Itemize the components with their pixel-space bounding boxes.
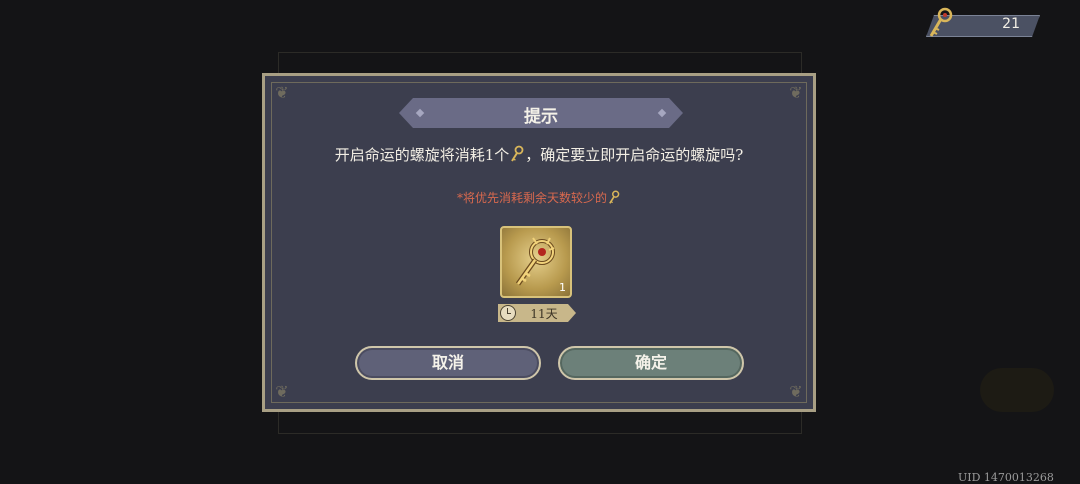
fate-key-icon [609,190,620,204]
confirm-button[interactable]: 确定 [558,346,744,380]
clock-icon [500,305,516,321]
item-expiry-badge: 11天 [498,304,576,322]
fate-key-item-slot[interactable]: 1 [500,226,572,298]
background-button-glow [980,368,1054,412]
corner-ornament-icon: ❦ [789,83,803,102]
golden-key-icon [929,7,953,37]
cancel-button[interactable]: 取消 [355,346,541,380]
priority-note: *将优先消耗剩余天数较少的 [265,189,813,206]
currency-value: 21 [1002,16,1020,32]
fate-key-icon [511,145,524,162]
dialog-message: 开启命运的螺旋将消耗1个 ，确定要立即开启命运的螺旋吗? [325,144,753,166]
corner-ornament-icon: ❦ [275,382,289,401]
prompt-dialog: ❦ ❦ ❦ ❦ 提示 开启命运的螺旋将消耗1个 ，确定要立即开启命运的螺旋吗? … [262,73,816,412]
message-text-part1: 开启命运的螺旋将消耗1个 [334,146,510,164]
item-expiry-text: 11天 [530,307,558,321]
dialog-title: 提示 [524,107,558,127]
corner-ornament-icon: ❦ [789,382,803,401]
user-id-label: UID 1470013268 [958,471,1054,484]
corner-ornament-icon: ❦ [275,83,289,102]
item-count: 1 [559,281,566,294]
key-currency-counter[interactable]: 21 [918,7,1042,36]
dialog-title-banner: 提示 [399,98,683,128]
message-text-part2: ，确定要立即开启命运的螺旋吗? [525,146,744,164]
priority-note-text: *将优先消耗剩余天数较少的 [456,191,607,205]
